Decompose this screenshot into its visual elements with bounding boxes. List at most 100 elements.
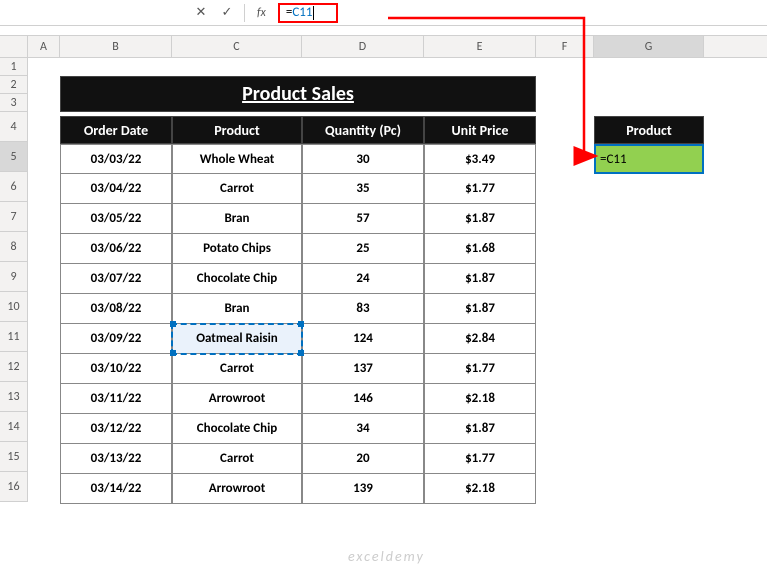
column-header-A[interactable]: A: [28, 36, 60, 57]
cell-qty[interactable]: 24: [302, 264, 424, 294]
cell-price[interactable]: $1.87: [424, 414, 536, 444]
column-header-C[interactable]: C: [172, 36, 302, 57]
table-row: 03/11/22Arrowroot146$2.18: [60, 384, 536, 414]
column-headers: ABCDEFG: [0, 36, 767, 58]
formula-input[interactable]: =C11: [278, 3, 338, 23]
cell-order[interactable]: 03/03/22: [60, 144, 172, 174]
cell-price[interactable]: $2.84: [424, 324, 536, 354]
row-header-11[interactable]: 11: [0, 322, 28, 352]
row-header-8[interactable]: 8: [0, 232, 28, 262]
table-row: 03/10/22Carrot137$1.77: [60, 354, 536, 384]
table-row: 03/13/22Carrot20$1.77: [60, 444, 536, 474]
formula-ref: C11: [292, 5, 312, 20]
cell-product[interactable]: Bran: [172, 204, 302, 234]
cell-order[interactable]: 03/11/22: [60, 384, 172, 414]
cell-order[interactable]: 03/13/22: [60, 444, 172, 474]
header-unit-price: Unit Price: [424, 116, 536, 144]
formula-bar: ✕ ✓ fx =C11: [0, 0, 767, 26]
cell-order[interactable]: 03/10/22: [60, 354, 172, 384]
row-header-2[interactable]: 2: [0, 76, 28, 94]
cell-price[interactable]: $2.18: [424, 474, 536, 504]
cell-order[interactable]: 03/05/22: [60, 204, 172, 234]
row-header-9[interactable]: 9: [0, 262, 28, 292]
g-column-header: Product: [594, 116, 704, 144]
spreadsheet-grid: ABCDEFG 12345678910111213141516 Product …: [0, 36, 767, 502]
divider: [244, 4, 245, 22]
cell-product[interactable]: Carrot: [172, 354, 302, 384]
cell-product[interactable]: Carrot: [172, 174, 302, 204]
row-header-15[interactable]: 15: [0, 442, 28, 472]
cell-product[interactable]: Chocolate Chip: [172, 414, 302, 444]
table-row: 03/08/22Bran83$1.87: [60, 294, 536, 324]
row-header-16[interactable]: 16: [0, 472, 28, 502]
table-row: 03/04/22Carrot35$1.77: [60, 174, 536, 204]
cell-order[interactable]: 03/14/22: [60, 474, 172, 504]
cell-product[interactable]: Whole Wheat: [172, 144, 302, 174]
cell-qty[interactable]: 30: [302, 144, 424, 174]
table-row: 03/03/22Whole Wheat30$3.49: [60, 144, 536, 174]
cell-price[interactable]: $1.77: [424, 354, 536, 384]
row-header-6[interactable]: 6: [0, 172, 28, 202]
cell-qty[interactable]: 137: [302, 354, 424, 384]
cell-order[interactable]: 03/07/22: [60, 264, 172, 294]
cell-qty[interactable]: 139: [302, 474, 424, 504]
active-cell-g5[interactable]: =C11: [594, 144, 704, 174]
cell-price[interactable]: $1.87: [424, 264, 536, 294]
cell-product[interactable]: Carrot: [172, 444, 302, 474]
cell-price[interactable]: $1.77: [424, 174, 536, 204]
header-product: Product: [172, 116, 302, 144]
table-row: 03/09/22Oatmeal Raisin124$2.84: [60, 324, 536, 354]
row-header-4[interactable]: 4: [0, 112, 28, 142]
cell-order[interactable]: 03/04/22: [60, 174, 172, 204]
row-header-1[interactable]: 1: [0, 58, 28, 76]
row-header-7[interactable]: 7: [0, 202, 28, 232]
column-header-B[interactable]: B: [60, 36, 172, 57]
cell-order[interactable]: 03/12/22: [60, 414, 172, 444]
cell-product[interactable]: Chocolate Chip: [172, 264, 302, 294]
cell-price[interactable]: $1.87: [424, 204, 536, 234]
row-header-12[interactable]: 12: [0, 352, 28, 382]
cell-qty[interactable]: 20: [302, 444, 424, 474]
cell-product[interactable]: Arrowroot: [172, 384, 302, 414]
column-header-G[interactable]: G: [594, 36, 704, 57]
header-order-date: Order Date: [60, 116, 172, 144]
fx-icon[interactable]: fx: [253, 6, 270, 20]
cell-qty[interactable]: 34: [302, 414, 424, 444]
table-row: 03/12/22Chocolate Chip34$1.87: [60, 414, 536, 444]
column-header-E[interactable]: E: [424, 36, 536, 57]
column-header-F[interactable]: F: [536, 36, 594, 57]
cell-product[interactable]: Oatmeal Raisin: [172, 324, 302, 354]
cell-price[interactable]: $3.49: [424, 144, 536, 174]
row-header-5[interactable]: 5: [0, 142, 28, 172]
cell-order[interactable]: 03/08/22: [60, 294, 172, 324]
cell-price[interactable]: $2.18: [424, 384, 536, 414]
cell-price[interactable]: $1.68: [424, 234, 536, 264]
cell-qty[interactable]: 146: [302, 384, 424, 414]
row-header-3[interactable]: 3: [0, 94, 28, 112]
table-body: 03/03/22Whole Wheat30$3.4903/04/22Carrot…: [60, 144, 536, 504]
cell-qty[interactable]: 25: [302, 234, 424, 264]
cell-price[interactable]: $1.77: [424, 444, 536, 474]
cell-product[interactable]: Potato Chips: [172, 234, 302, 264]
cell-qty[interactable]: 57: [302, 204, 424, 234]
table-row: 03/07/22Chocolate Chip24$1.87: [60, 264, 536, 294]
cancel-icon[interactable]: ✕: [192, 4, 210, 22]
spacer: [0, 26, 767, 36]
watermark: exceldemy: [348, 548, 425, 565]
row-header-13[interactable]: 13: [0, 382, 28, 412]
cell-product[interactable]: Bran: [172, 294, 302, 324]
cell-order[interactable]: 03/06/22: [60, 234, 172, 264]
cell-product[interactable]: Arrowroot: [172, 474, 302, 504]
cell-qty[interactable]: 124: [302, 324, 424, 354]
cell-qty[interactable]: 83: [302, 294, 424, 324]
row-header-14[interactable]: 14: [0, 412, 28, 442]
cell-price[interactable]: $1.87: [424, 294, 536, 324]
cell-order[interactable]: 03/09/22: [60, 324, 172, 354]
column-header-D[interactable]: D: [302, 36, 424, 57]
cell-qty[interactable]: 35: [302, 174, 424, 204]
select-all-corner[interactable]: [0, 36, 28, 57]
row-header-10[interactable]: 10: [0, 292, 28, 322]
confirm-icon[interactable]: ✓: [218, 4, 236, 22]
table-title: Product Sales: [60, 76, 536, 112]
cells-area[interactable]: Product Sales Order Date Product Quantit…: [28, 58, 767, 502]
